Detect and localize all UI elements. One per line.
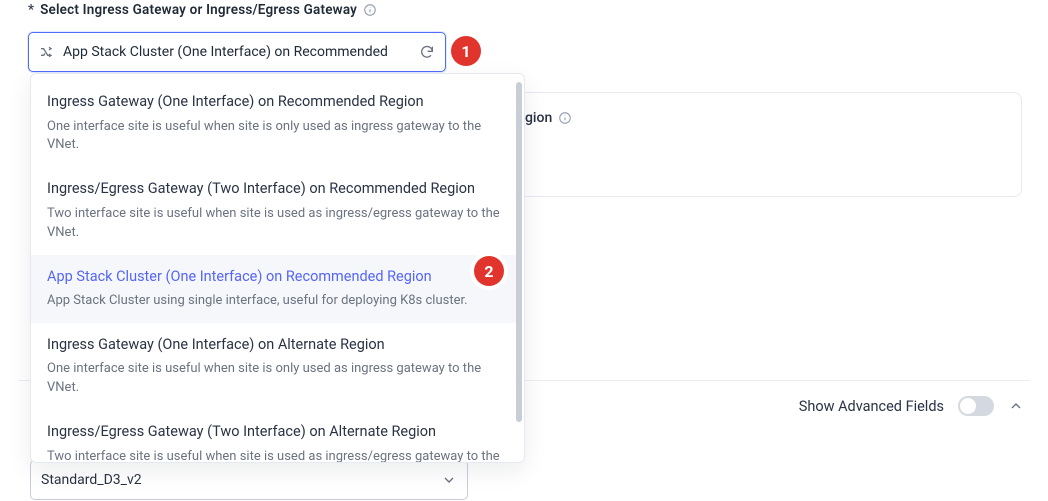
field-label: * Select Ingress Gateway or Ingress/Egre… xyxy=(28,0,1020,18)
dropdown-option[interactable]: Ingress Gateway (One Interface) on Alter… xyxy=(31,323,518,410)
dropdown-option-desc: App Stack Cluster using single interface… xyxy=(47,292,504,311)
dropdown-option[interactable]: Ingress Gateway (One Interface) on Recom… xyxy=(31,80,518,167)
annotation-marker-2: 2 xyxy=(474,256,504,286)
dropdown-option-title: Ingress/Egress Gateway (Two Interface) o… xyxy=(47,422,504,442)
dropdown-option-desc: One interface site is useful when site i… xyxy=(47,118,504,156)
background-partial-label-text: gion xyxy=(525,110,552,126)
shuffle-icon xyxy=(39,44,55,60)
required-asterisk: * xyxy=(28,2,34,18)
dropdown-scrollbar[interactable] xyxy=(516,82,522,422)
dropdown-option-title: Ingress Gateway (One Interface) on Alter… xyxy=(47,335,504,355)
dropdown-option-desc: One interface site is useful when site i… xyxy=(47,360,504,398)
refresh-icon[interactable] xyxy=(419,44,435,60)
dropdown-option-title: Ingress/Egress Gateway (Two Interface) o… xyxy=(47,179,504,199)
dropdown-option[interactable]: Ingress/Egress Gateway (Two Interface) o… xyxy=(31,167,518,254)
chevron-up-icon[interactable] xyxy=(1008,398,1024,414)
field-label-text: Select Ingress Gateway or Ingress/Egress… xyxy=(40,2,357,18)
annotation-marker-1: 1 xyxy=(451,36,481,66)
instance-type-select[interactable]: Standard_D3_v2 xyxy=(30,460,468,500)
dropdown-option-title: App Stack Cluster (One Interface) on Rec… xyxy=(47,267,504,287)
dropdown-option-desc: Two interface site is useful when site i… xyxy=(47,205,504,243)
gateway-dropdown-list[interactable]: Ingress Gateway (One Interface) on Recom… xyxy=(31,74,518,462)
dropdown-option[interactable]: Ingress/Egress Gateway (Two Interface) o… xyxy=(31,410,518,462)
gateway-dropdown[interactable]: Ingress Gateway (One Interface) on Recom… xyxy=(30,73,525,463)
background-partial-label: gion xyxy=(525,110,572,126)
info-icon[interactable] xyxy=(558,111,572,125)
gateway-select-value: App Stack Cluster (One Interface) on Rec… xyxy=(63,44,411,60)
dropdown-option-title: Ingress Gateway (One Interface) on Recom… xyxy=(47,92,504,112)
advanced-fields-row: Show Advanced Fields xyxy=(799,396,1024,416)
instance-type-value: Standard_D3_v2 xyxy=(41,472,441,488)
advanced-fields-label: Show Advanced Fields xyxy=(799,398,944,415)
dropdown-option-selected[interactable]: App Stack Cluster (One Interface) on Rec… xyxy=(31,255,518,323)
chevron-down-icon xyxy=(441,472,457,488)
advanced-fields-toggle[interactable] xyxy=(958,396,994,416)
dropdown-option-desc: Two interface site is useful when site i… xyxy=(47,448,504,462)
gateway-select-input[interactable]: App Stack Cluster (One Interface) on Rec… xyxy=(28,32,446,72)
info-icon[interactable] xyxy=(363,3,377,17)
